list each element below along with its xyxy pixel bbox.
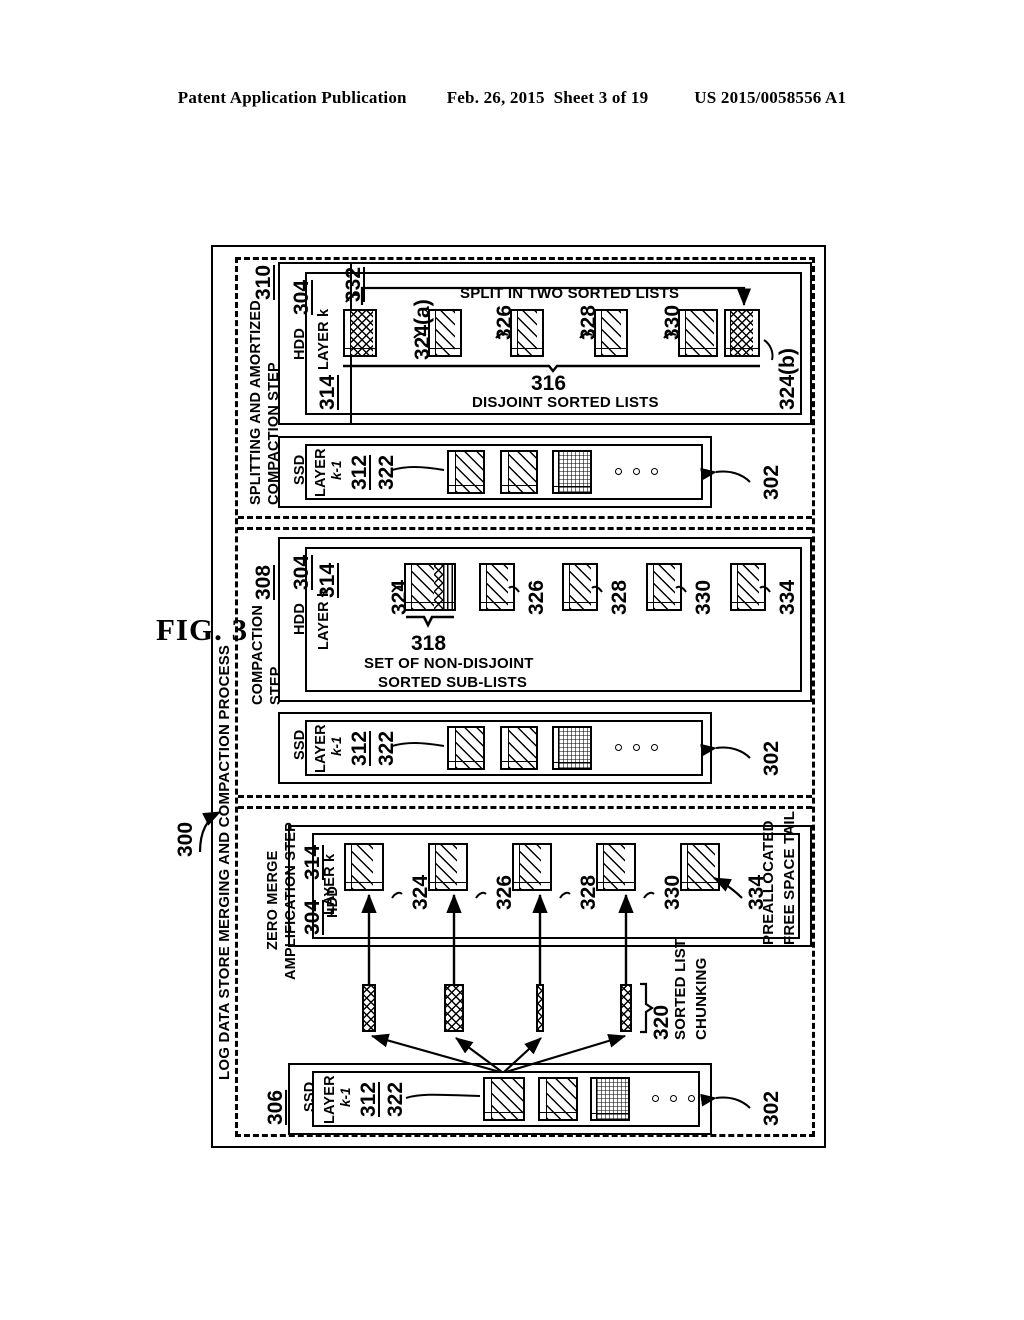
panel3-ssd-block-3 [590,1077,630,1121]
panel3-tail-caption-2: FREE SPACE TAIL [781,810,798,945]
panel2-title-line1: COMPACTION [250,604,266,705]
panel2-ssd-layer-ref: 312 [348,730,371,766]
panel3-block-330 [596,843,636,891]
panel2-ssd-layer-label: LAYER [313,724,329,773]
panel2-hdd-device-ref: 304 [290,554,313,590]
panel1-ssd-block-1 [447,450,485,494]
panel1-ssd-ellipsis-3 [651,468,658,475]
panel3-ssd-layer-ref: 312 [357,1081,380,1117]
panel2-ssd-ellipsis-1 [615,744,622,751]
panel3-chunking-ref: 320 [650,1004,673,1040]
panel1-ref-324a: 324(a) [411,299,434,360]
publication-date-sheet: Feb. 26, 2015 Sheet 3 of 19 [447,88,649,108]
panel1-title-line1: SPLITTING AND AMORTIZED [248,300,264,505]
panel1-ref-316: 316 [531,372,567,395]
panel2-ssd-block-ref: 322 [375,730,398,766]
panel1-block-332 [343,309,377,357]
panel3-ssd-block-ref: 322 [384,1081,407,1117]
panel2-ref-334: 334 [776,579,799,615]
panel2-ssd-block-3 [552,726,592,770]
panel3-block-326 [428,843,468,891]
panel1-ssd-layer-sub: k-1 [329,460,344,480]
panel2-ssd-ellipsis-2 [633,744,640,751]
panel1-ref-310: 310 [252,264,275,300]
panel3-block-324 [344,843,384,891]
panel3-chunk-4 [620,984,632,1032]
panel1-hdd-device-ref: 304 [290,279,313,315]
panel1-ref-332: 332 [342,266,365,302]
panel2-block-326 [479,563,515,611]
panel2-ref-308: 308 [252,564,275,600]
publication-date: Feb. 26, 2015 [446,88,545,107]
sheet-number: Sheet 3 of 19 [553,88,649,107]
panel3-chunking-caption-2: CHUNKING [693,957,710,1040]
panel2-block-330 [646,563,682,611]
panel1-hdd-layer-ref: 314 [316,374,339,410]
panel1-split-annotation: SPLIT IN TWO SORTED LISTS [460,285,680,302]
panel1-ssd-layer-label: LAYER [313,448,329,497]
panel2-ref-302: 302 [760,740,783,776]
panel1-hdd-device-label: HDD [292,327,308,360]
panel2-brace-caption-2: SORTED SUB-LISTS [378,674,528,691]
panel1-ssd-block-ref: 322 [375,454,398,490]
panel3-hdd-layer-ref: 314 [301,844,324,880]
publication-title: Patent Application Publication [177,88,407,107]
panel1-ref-324b: 324(b) [776,348,799,410]
panel2-ssd-layer-sub: k-1 [329,736,344,756]
panel-separator-1b [238,527,812,530]
panel1-ref-328: 328 [577,304,600,340]
panel1-ssd-layer-ref: 312 [348,454,371,490]
panel1-ssd-ellipsis-2 [633,468,640,475]
panel3-block-328 [512,843,552,891]
page-header: Patent Application Publication Feb. 26, 2… [0,88,1024,108]
panel2-hdd-device-label: HDD [292,602,308,635]
panel3-ssd-layer-label: LAYER [322,1075,338,1124]
panel1-ssd-block-2 [500,450,538,494]
panel3-chunking-caption-1: SORTED LIST [672,938,689,1040]
panel2-ref-326: 326 [525,579,548,615]
panel3-ssd-ellipsis-2 [670,1095,677,1102]
panel1-ref-326: 326 [493,304,516,340]
panel1-ssd-block-3 [552,450,592,494]
panel2-hdd-layer-ref: 314 [316,562,339,598]
panel1-ref-302: 302 [760,464,783,500]
panel3-ref-302: 302 [760,1090,783,1126]
panel3-chunk-2 [444,984,464,1032]
panel1-brace-caption: DISJOINT SORTED LISTS [472,394,659,411]
panel3-hdd-inner [312,833,800,939]
panel3-ssd-block-1 [483,1077,525,1121]
ref-300-label: 300 [174,821,197,857]
panel3-chunk-3 [536,984,544,1032]
panel2-ssd-device-label: SSD [292,729,308,760]
panel1-ref-330: 330 [661,304,684,340]
panel3-ref-306: 306 [264,1089,287,1125]
panel3-ssd-device-label: SSD [302,1081,318,1112]
panel2-block-334 [730,563,766,611]
panel3-block-334 [680,843,720,891]
panel1-hdd-layer-label: LAYER k [316,308,332,370]
panel3-ssd-ellipsis-3 [688,1095,695,1102]
panel3-tail-caption-1: PREALLOCATED [760,820,777,945]
panel-separator-2b [238,806,812,809]
panel3-ssd-layer-sub: k-1 [338,1087,353,1107]
panel1-ssd-ellipsis-1 [615,468,622,475]
panel1-block-324b [724,309,760,357]
panel2-ref-330: 330 [692,579,715,615]
panel2-brace-caption-1: SET OF NON-DISJOINT [364,655,534,672]
panel3-ssd-ellipsis-1 [652,1095,659,1102]
panel2-ssd-block-2 [500,726,538,770]
panel2-ssd-ellipsis-3 [651,744,658,751]
patent-number: US 2015/0058556 A1 [694,88,847,107]
panel3-ssd-block-2 [538,1077,578,1121]
panel1-ssd-device-label: SSD [292,454,308,485]
panel2-ref-318: 318 [411,632,447,655]
panel2-ssd-block-1 [447,726,485,770]
panel2-ref-328: 328 [608,579,631,615]
panel-separator-1 [238,516,812,519]
panel3-chunk-1 [362,984,376,1032]
panel3-title-line1: ZERO MERGE [265,850,281,950]
panel2-ref-324: 324 [388,579,411,615]
panel2-block-328 [562,563,598,611]
panel-separator-2 [238,795,812,798]
